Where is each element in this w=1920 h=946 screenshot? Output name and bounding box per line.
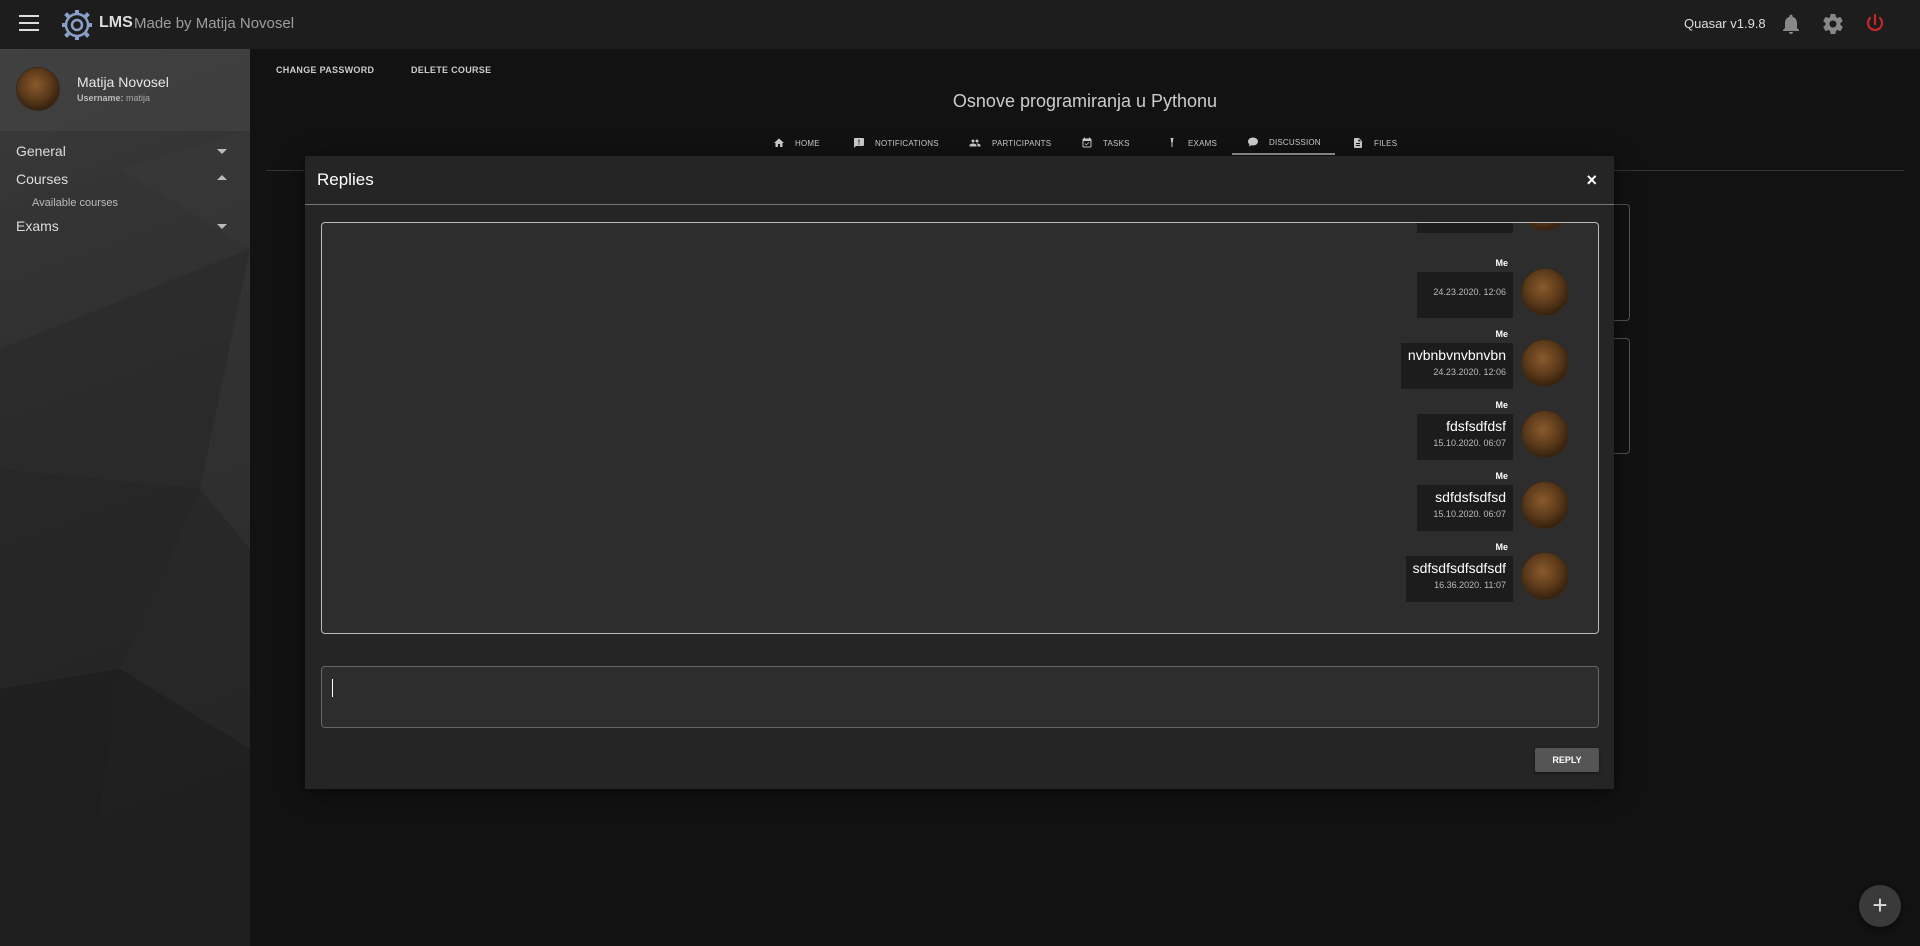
replies-list[interactable]: Me 24.23.2020. 12:06 Me nvbnbvnvbnvbn 24…: [321, 222, 1599, 634]
message-text: sdfsdfsdfsdfsdf: [1412, 560, 1506, 576]
chat-icon: [1248, 137, 1258, 147]
message-bubble: sdfdsfsdfsd 15.10.2020. 06:07: [1417, 485, 1513, 531]
tab-participants[interactable]: PARTICIPANTS: [968, 131, 1051, 155]
atom-logo-icon: [62, 10, 92, 40]
top-header: LMS Made by Matija Novosel Quasar v1.9.8: [0, 0, 1920, 49]
message-time: 24.23.2020. 12:06: [1433, 287, 1506, 297]
message-sender: Me: [1495, 471, 1508, 481]
message-text: fdsfsdfdsf: [1446, 418, 1506, 434]
message-sender: Me: [1495, 329, 1508, 339]
change-password-button[interactable]: CHANGE PASSWORD: [276, 65, 374, 75]
sidebar: Matija Novosel Username: matija General …: [0, 49, 250, 946]
message-bubble: fdsfsdfdsf 15.10.2020. 06:07: [1417, 414, 1513, 460]
file-icon: [1354, 138, 1362, 148]
user-name: Matija Novosel: [77, 74, 169, 90]
message-text: nvbnbvnvbnvbn: [1407, 347, 1506, 363]
avatar: [1521, 410, 1569, 458]
avatar: [1521, 339, 1569, 387]
bell-icon[interactable]: [1779, 12, 1803, 36]
chevron-down-icon: [217, 224, 227, 229]
sidebar-item-exams[interactable]: Exams: [0, 213, 250, 239]
reply-button[interactable]: REPLY: [1535, 748, 1599, 772]
list-item: Me 24.23.2020. 12:06: [1198, 258, 1598, 318]
chevron-up-icon: [217, 175, 227, 180]
delete-course-button[interactable]: DELETE COURSE: [411, 65, 491, 75]
test-tube-icon: [1170, 138, 1174, 147]
tab-files[interactable]: FILES: [1352, 131, 1397, 155]
notification-icon: [854, 138, 864, 148]
version-label: Quasar v1.9.8: [1684, 16, 1766, 31]
list-item: Me nvbnbvnvbnvbn 24.23.2020. 12:06: [1198, 329, 1598, 389]
message-time: 15.10.2020. 06:07: [1433, 509, 1506, 519]
message-time: 16.36.2020. 11:07: [1434, 580, 1506, 590]
add-button[interactable]: +: [1859, 885, 1901, 927]
message-text: sdfdsfsdfsd: [1435, 489, 1506, 505]
dialog-divider: [305, 204, 1614, 205]
message-bubble: nvbnbvnvbnvbn 24.23.2020. 12:06: [1400, 343, 1513, 389]
tab-tasks[interactable]: TASKS: [1081, 131, 1130, 155]
replies-dialog: Replies × Me 24.23.2020. 12:06 Me nvbnbv…: [305, 156, 1614, 789]
message-time: 15.10.2020. 06:07: [1433, 438, 1506, 448]
message-bubble: 24.23.2020. 12:06: [1417, 272, 1513, 318]
message-bubble: sdfsdfsdfsdfsdf 16.36.2020. 11:07: [1405, 556, 1513, 602]
avatar: [1521, 552, 1569, 600]
home-icon: [774, 138, 784, 147]
tab-home[interactable]: HOME: [773, 131, 820, 155]
list-item: [1198, 223, 1598, 233]
close-icon[interactable]: ×: [1586, 171, 1597, 189]
avatar: [1521, 223, 1569, 231]
avatar: [1521, 481, 1569, 529]
list-item: Me sdfdsfsdfsd 15.10.2020. 06:07: [1198, 471, 1598, 531]
course-tabs: HOME NOTIFICATIONS PARTICIPANTS TASKS EX…: [0, 131, 1920, 155]
dialog-title: Replies: [317, 170, 374, 189]
people-icon: [969, 139, 981, 147]
message-time: 24.23.2020. 12:06: [1433, 367, 1506, 377]
app-name: LMS: [99, 14, 133, 31]
message-sender: Me: [1495, 258, 1508, 268]
avatar: [1521, 268, 1569, 316]
menu-icon[interactable]: [19, 15, 39, 31]
sidebar-subitem-available-courses[interactable]: Available courses: [32, 197, 118, 209]
calendar-check-icon: [1082, 137, 1092, 148]
sidebar-item-courses[interactable]: Courses: [0, 166, 250, 192]
gear-icon[interactable]: [1821, 12, 1845, 36]
tab-notifications[interactable]: NOTIFICATIONS: [853, 131, 939, 155]
user-profile: Matija Novosel Username: matija: [0, 49, 250, 131]
list-item: Me fdsfsdfdsf 15.10.2020. 06:07: [1198, 400, 1598, 460]
message-sender: Me: [1495, 542, 1508, 552]
list-item: Me sdfsdfsdfsdfsdf 16.36.2020. 11:07: [1198, 542, 1598, 602]
app-subtitle: Made by Matija Novosel: [134, 15, 295, 32]
text-cursor: [332, 679, 333, 697]
course-title: Osnove programiranja u Pythonu: [952, 91, 1218, 111]
power-icon[interactable]: [1863, 12, 1887, 36]
tab-exams[interactable]: EXAMS: [1166, 131, 1217, 155]
tab-discussion[interactable]: DISCUSSION: [1232, 131, 1335, 155]
reply-input[interactable]: [321, 666, 1599, 728]
message-sender: Me: [1495, 400, 1508, 410]
